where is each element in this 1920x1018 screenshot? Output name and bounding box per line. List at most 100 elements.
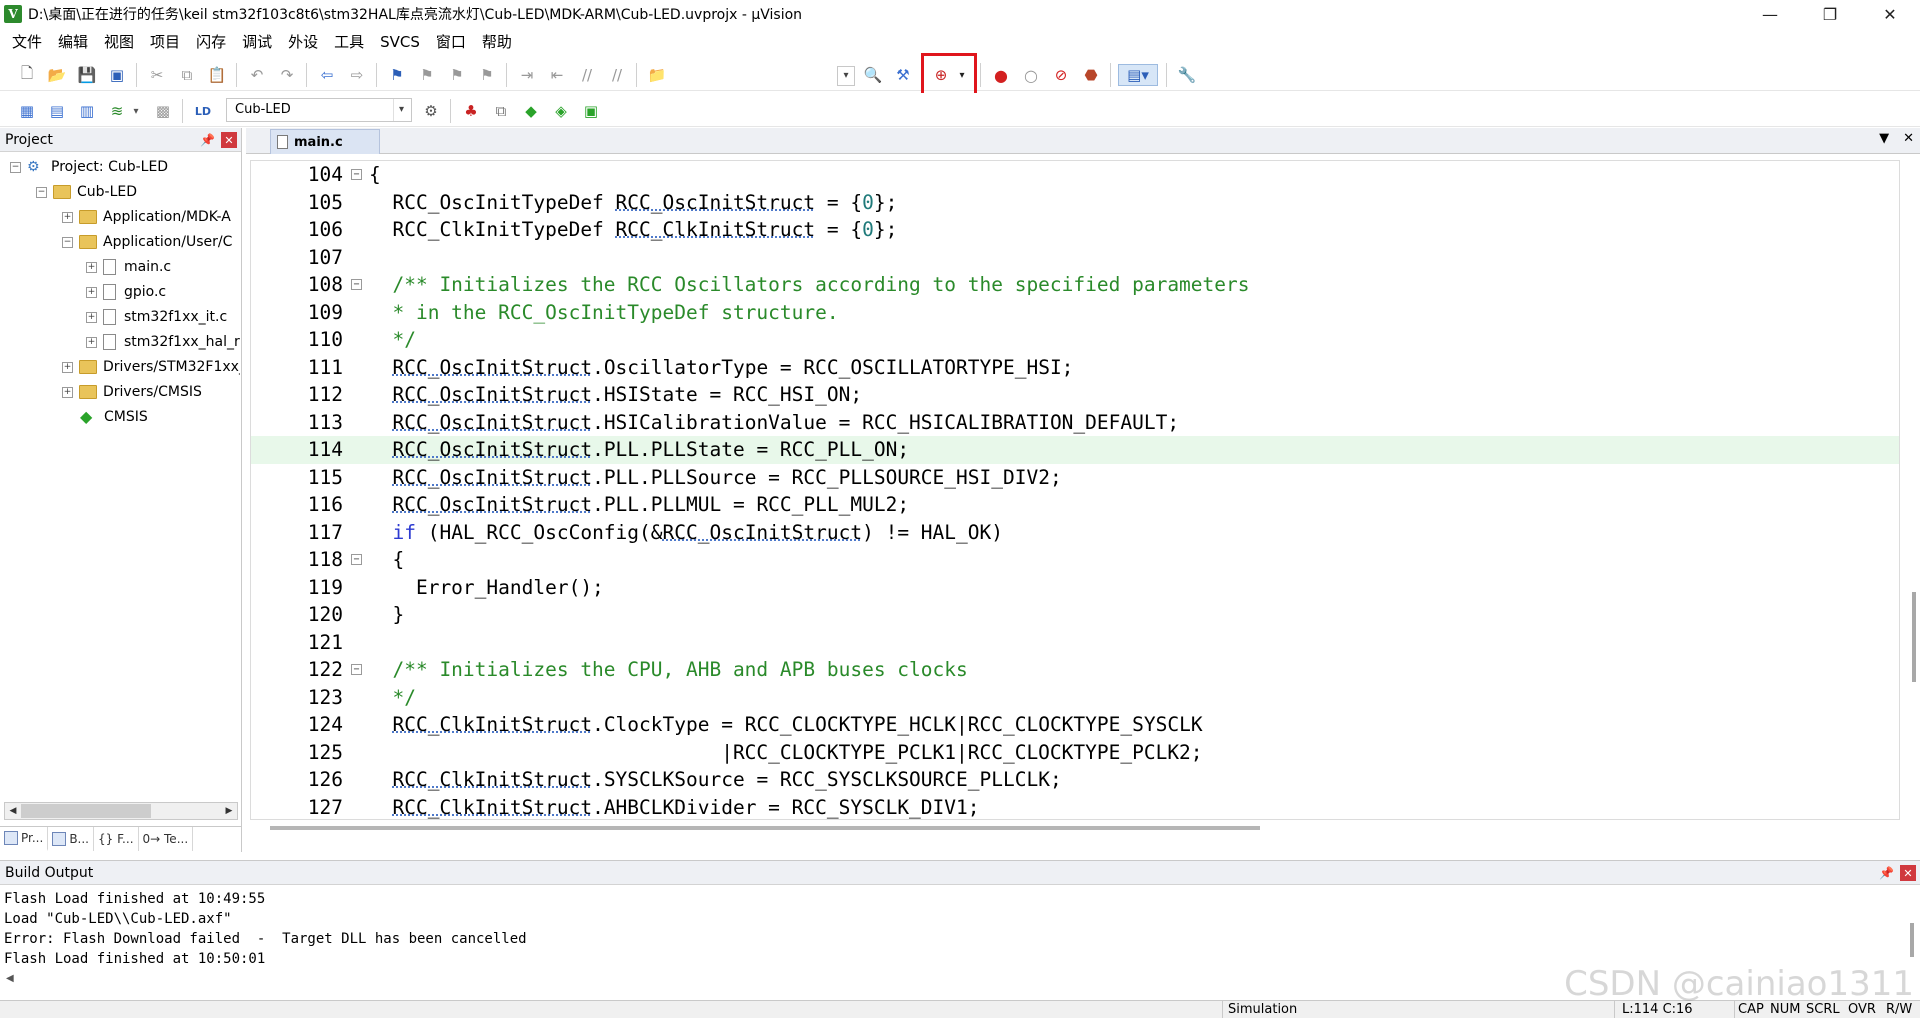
unindent-icon[interactable]: ⇤ — [546, 64, 568, 86]
expand-icon[interactable]: + — [62, 386, 73, 398]
manage-multi-project-icon[interactable]: ⧉ — [490, 100, 512, 122]
code-line[interactable]: 118− { — [251, 546, 1899, 574]
scroll-thumb[interactable] — [21, 804, 151, 818]
bookmark-clear-icon[interactable]: ⚑ — [476, 64, 498, 86]
fold-icon[interactable]: − — [351, 554, 362, 565]
manage-project-items-icon[interactable]: ♣ — [460, 100, 482, 122]
tab-main-c[interactable]: main.c — [270, 129, 380, 154]
options-for-target-icon[interactable]: ⚙ — [420, 100, 442, 122]
menu-edit[interactable]: 编辑 — [50, 29, 96, 55]
code-line[interactable]: 117 if (HAL_RCC_OscConfig(&RCC_OscInitSt… — [251, 519, 1899, 547]
tree-item-group[interactable]: + Drivers/CMSIS — [62, 381, 202, 403]
menu-window[interactable]: 窗口 — [428, 29, 474, 55]
tree-item-group[interactable]: + Drivers/STM32F1xx_ — [62, 356, 240, 378]
code-line[interactable]: 109 * in the RCC_OscInitTypeDef structur… — [251, 299, 1899, 327]
fold-icon[interactable]: − — [351, 279, 362, 290]
collapse-icon[interactable]: − — [62, 236, 73, 248]
manage-rte-icon[interactable]: ▣ — [580, 100, 602, 122]
tab-functions[interactable]: {} F... — [94, 827, 139, 851]
code-line[interactable]: 108− /** Initializes the RCC Oscillators… — [251, 271, 1899, 299]
code-line[interactable]: 116 RCC_OscInitStruct.PLL.PLLMUL = RCC_P… — [251, 491, 1899, 519]
kill-all-breakpoints-icon[interactable]: ⬣ — [1080, 64, 1102, 86]
tab-project[interactable]: Pr... — [0, 827, 49, 851]
configuration-wrench-icon[interactable]: 🔧 — [1176, 64, 1198, 86]
undo-icon[interactable]: ↶ — [246, 64, 268, 86]
indent-icon[interactable]: ⇥ — [516, 64, 538, 86]
menu-help[interactable]: 帮助 — [474, 29, 520, 55]
expand-icon[interactable]: + — [86, 286, 97, 298]
bookmark-prev-icon[interactable]: ⚑ — [416, 64, 438, 86]
expand-icon[interactable]: + — [86, 311, 97, 323]
code-line[interactable]: 113 RCC_OscInitStruct.HSICalibrationValu… — [251, 409, 1899, 437]
scroll-left-icon[interactable]: ◀ — [6, 973, 14, 984]
fold-icon[interactable]: − — [351, 169, 362, 180]
code-line[interactable]: 126 RCC_ClkInitStruct.SYSCLKSource = RCC… — [251, 766, 1899, 794]
code-line[interactable]: 105 RCC_OscInitTypeDef RCC_OscInitStruct… — [251, 189, 1899, 217]
fold-icon[interactable]: − — [351, 664, 362, 675]
menu-file[interactable]: 文件 — [4, 29, 50, 55]
menu-debug[interactable]: 调试 — [234, 29, 280, 55]
tree-item-file[interactable]: + gpio.c — [86, 281, 166, 303]
expand-icon[interactable]: + — [62, 211, 73, 223]
project-horizontal-scrollbar[interactable]: ◀ ▶ — [4, 802, 238, 820]
enable-breakpoint-icon[interactable]: ○ — [1020, 64, 1042, 86]
code-line[interactable]: 123 */ — [251, 684, 1899, 712]
tab-list-dropdown-icon[interactable]: ▼ — [1879, 131, 1889, 146]
pin-icon[interactable]: 📌 — [200, 133, 215, 147]
menu-flash[interactable]: 闪存 — [188, 29, 234, 55]
close-window-button[interactable]: ✕ — [1860, 0, 1920, 28]
code-line[interactable]: 112 RCC_OscInitStruct.HSIState = RCC_HSI… — [251, 381, 1899, 409]
code-line[interactable]: 111 RCC_OscInitStruct.OscillatorType = R… — [251, 354, 1899, 382]
collapse-icon[interactable]: − — [10, 161, 21, 173]
tree-item-file[interactable]: + stm32f1xx_hal_r — [86, 331, 240, 353]
navigate-back-icon[interactable]: ⇦ — [316, 64, 338, 86]
cut-icon[interactable]: ✂ — [146, 64, 168, 86]
menu-view[interactable]: 视图 — [96, 29, 142, 55]
build-output-text[interactable]: Flash Load finished at 10:49:55 Load "Cu… — [4, 889, 527, 969]
code-line[interactable]: 122− /** Initializes the CPU, AHB and AP… — [251, 656, 1899, 684]
comment-icon[interactable]: // — [576, 64, 598, 86]
incremental-find-icon[interactable]: 🔍 — [862, 64, 884, 86]
pin-icon[interactable]: 📌 — [1879, 866, 1894, 880]
open-file-icon[interactable]: 📂 — [46, 64, 68, 86]
code-line[interactable]: 127 RCC_ClkInitStruct.AHBCLKDivider = RC… — [251, 794, 1899, 820]
navigate-forward-icon[interactable]: ⇨ — [346, 64, 368, 86]
code-line[interactable]: 107 — [251, 244, 1899, 272]
window-layout-icon[interactable]: ▤▾ — [1118, 64, 1158, 86]
tree-item-file[interactable]: + stm32f1xx_it.c — [86, 306, 227, 328]
code-line[interactable]: 115 RCC_OscInitStruct.PLL.PLLSource = RC… — [251, 464, 1899, 492]
bookmark-insert-icon[interactable]: ⚑ — [386, 64, 408, 86]
batch-build-icon[interactable]: ≋ — [106, 100, 128, 122]
code-line[interactable]: 110 */ — [251, 326, 1899, 354]
tree-item-file[interactable]: + main.c — [86, 256, 171, 278]
tree-item-component[interactable]: ◆ CMSIS — [80, 406, 148, 428]
scroll-thumb[interactable] — [1912, 592, 1916, 682]
translate-icon[interactable]: ▦ — [16, 100, 38, 122]
disable-all-breakpoints-icon[interactable]: ⊘ — [1050, 64, 1072, 86]
menu-tools[interactable]: 工具 — [326, 29, 372, 55]
code-line[interactable]: 104−{ — [251, 161, 1899, 189]
code-editor[interactable]: 104−{105 RCC_OscInitTypeDef RCC_OscInitS… — [250, 160, 1900, 820]
new-file-icon[interactable]: 🗋 — [16, 64, 38, 86]
code-line[interactable]: 125 |RCC_CLOCKTYPE_PCLK1|RCC_CLOCKTYPE_P… — [251, 739, 1899, 767]
insert-breakpoint-icon[interactable]: ● — [990, 64, 1012, 86]
select-packs-icon[interactable]: ◆ — [520, 100, 542, 122]
collapse-icon[interactable]: − — [36, 186, 47, 198]
menu-peripherals[interactable]: 外设 — [280, 29, 326, 55]
editor-horizontal-scrollbar[interactable] — [270, 826, 1260, 830]
minimize-button[interactable]: — — [1740, 0, 1800, 28]
menu-svcs[interactable]: SVCS — [372, 29, 428, 55]
find-combo-dropdown[interactable]: ▾ — [837, 66, 855, 86]
code-line[interactable]: 124 RCC_ClkInitStruct.ClockType = RCC_CL… — [251, 711, 1899, 739]
close-tab-icon[interactable]: ✕ — [1903, 131, 1914, 146]
editor-vertical-scrollbar[interactable] — [1908, 158, 1920, 820]
rebuild-icon[interactable]: ▥ — [76, 100, 98, 122]
expand-icon[interactable]: + — [86, 261, 97, 273]
pack-installer-icon[interactable]: ◈ — [550, 100, 572, 122]
maximize-button[interactable]: ❐ — [1800, 0, 1860, 28]
paste-icon[interactable]: 📋 — [206, 64, 228, 86]
menu-project[interactable]: 项目 — [142, 29, 188, 55]
configure-icon[interactable]: ⚒ — [892, 64, 914, 86]
copy-icon[interactable]: ⧉ — [176, 64, 198, 86]
code-line[interactable]: 119 Error_Handler(); — [251, 574, 1899, 602]
